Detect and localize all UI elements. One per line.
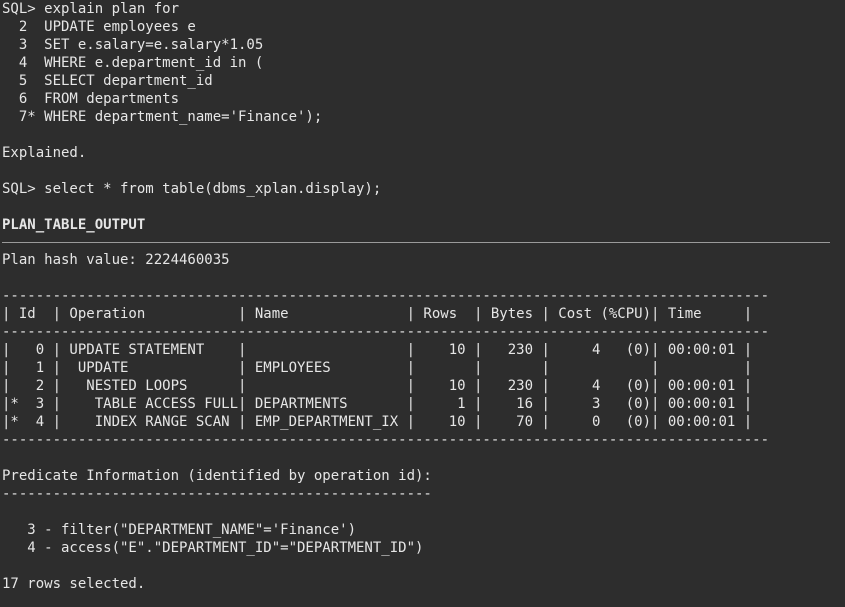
terminal-line: ----------------------------------------… — [2, 324, 770, 340]
terminal-line: 7* WHERE department_name='Finance'); — [2, 109, 323, 125]
terminal-line: Explained. — [2, 145, 87, 161]
terminal-line: 6 FROM departments — [2, 91, 180, 107]
terminal-output: SQL> explain plan for 2 UPDATE employees… — [2, 0, 845, 593]
terminal-line: | 1 | UPDATE | EMPLOYEES | | | | | — [2, 360, 753, 376]
terminal-line: Predicate Information (identified by ope… — [2, 468, 432, 484]
terminal-line: SQL> explain plan for — [2, 1, 180, 17]
terminal-line: |* 4 | INDEX RANGE SCAN | EMP_DEPARTMENT… — [2, 414, 753, 430]
terminal-line: Plan hash value: 2224460035 — [2, 252, 230, 268]
terminal-line: |* 3 | TABLE ACCESS FULL| DEPARTMENTS | … — [2, 396, 753, 412]
terminal-line: ----------------------------------------… — [2, 486, 432, 502]
terminal-line: 4 - access("E"."DEPARTMENT_ID"="DEPARTME… — [2, 540, 424, 556]
terminal-line: 2 UPDATE employees e — [2, 19, 196, 35]
terminal-line: | 0 | UPDATE STATEMENT | | 10 | 230 | 4 … — [2, 342, 753, 358]
terminal-line: PLAN_TABLE_OUTPUT — [2, 217, 146, 233]
terminal-line: | 2 | NESTED LOOPS | | 10 | 230 | 4 (0)|… — [2, 378, 753, 394]
terminal-line: 3 SET e.salary=e.salary*1.05 — [2, 37, 264, 53]
terminal-line: SQL> select * from table(dbms_xplan.disp… — [2, 181, 382, 197]
terminal-line: ----------------------------------------… — [2, 432, 770, 448]
terminal-line: | Id | Operation | Name | Rows | Bytes |… — [2, 306, 753, 322]
terminal-line: 5 SELECT department_id — [2, 73, 213, 89]
column-header-underline — [2, 242, 830, 243]
terminal-line: 3 - filter("DEPARTMENT_NAME"='Finance') — [2, 522, 357, 538]
terminal-line: 4 WHERE e.department_id in ( — [2, 55, 264, 71]
terminal-line: ----------------------------------------… — [2, 288, 770, 304]
terminal-window[interactable]: SQL> explain plan for 2 UPDATE employees… — [0, 0, 845, 607]
terminal-line: 17 rows selected. — [2, 576, 146, 592]
